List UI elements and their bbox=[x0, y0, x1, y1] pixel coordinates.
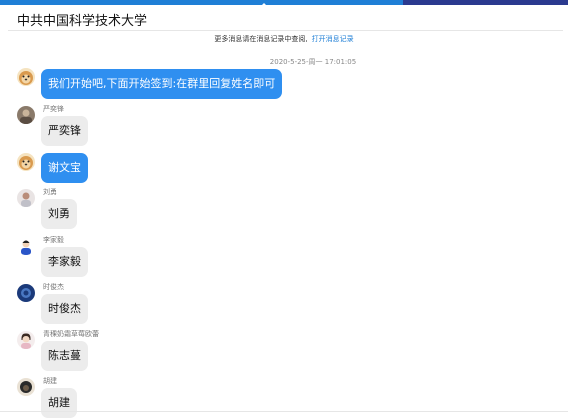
message-bubble: 时俊杰 bbox=[41, 294, 88, 324]
cartoon-avatar-icon[interactable] bbox=[17, 237, 35, 255]
open-history-link[interactable]: 打开消息记录 bbox=[312, 35, 354, 43]
message-bubble: 严奕锋 bbox=[41, 116, 88, 146]
history-notice: 更多消息请在消息记录中查阅, 打开消息记录 bbox=[0, 34, 568, 44]
message-bubble: 我们开始吧,下面开始签到:在群里回复姓名即可 bbox=[41, 69, 283, 99]
dog-avatar-icon[interactable] bbox=[17, 153, 35, 171]
tab-notch bbox=[259, 3, 269, 8]
message-bubble: 陈志蔓 bbox=[41, 341, 88, 371]
dog-avatar-icon[interactable] bbox=[17, 68, 35, 86]
bottom-divider bbox=[0, 411, 568, 412]
sender-name: 青稞奶霜草莓欧蕾 bbox=[43, 330, 99, 338]
sender-name: 时俊杰 bbox=[43, 283, 64, 291]
sender-name: 严奕锋 bbox=[43, 105, 64, 113]
sender-name: 李家毅 bbox=[43, 236, 64, 244]
dark-avatar-icon[interactable] bbox=[17, 378, 35, 396]
top-accent-dark-segment bbox=[403, 0, 568, 5]
girl-avatar-icon[interactable] bbox=[17, 331, 35, 349]
sender-name: 胡建 bbox=[43, 377, 57, 385]
message-bubble: 胡建 bbox=[41, 388, 77, 418]
top-accent-bar bbox=[0, 0, 568, 8]
blue-avatar-icon[interactable] bbox=[17, 284, 35, 302]
sender-name: 刘勇 bbox=[43, 188, 57, 196]
photo-avatar-icon[interactable] bbox=[17, 189, 35, 207]
photo-avatar-icon[interactable] bbox=[17, 106, 35, 124]
title-divider bbox=[8, 30, 563, 31]
history-notice-text: 更多消息请在消息记录中查阅, bbox=[214, 35, 308, 43]
chat-title: 中共中国科学技术大学 bbox=[17, 14, 148, 29]
message-bubble: 李家毅 bbox=[41, 247, 88, 277]
message-timestamp: 2020-5-25-周一 17:01:05 bbox=[269, 58, 357, 66]
message-bubble: 刘勇 bbox=[41, 199, 77, 229]
message-bubble: 谢文宝 bbox=[41, 153, 88, 183]
